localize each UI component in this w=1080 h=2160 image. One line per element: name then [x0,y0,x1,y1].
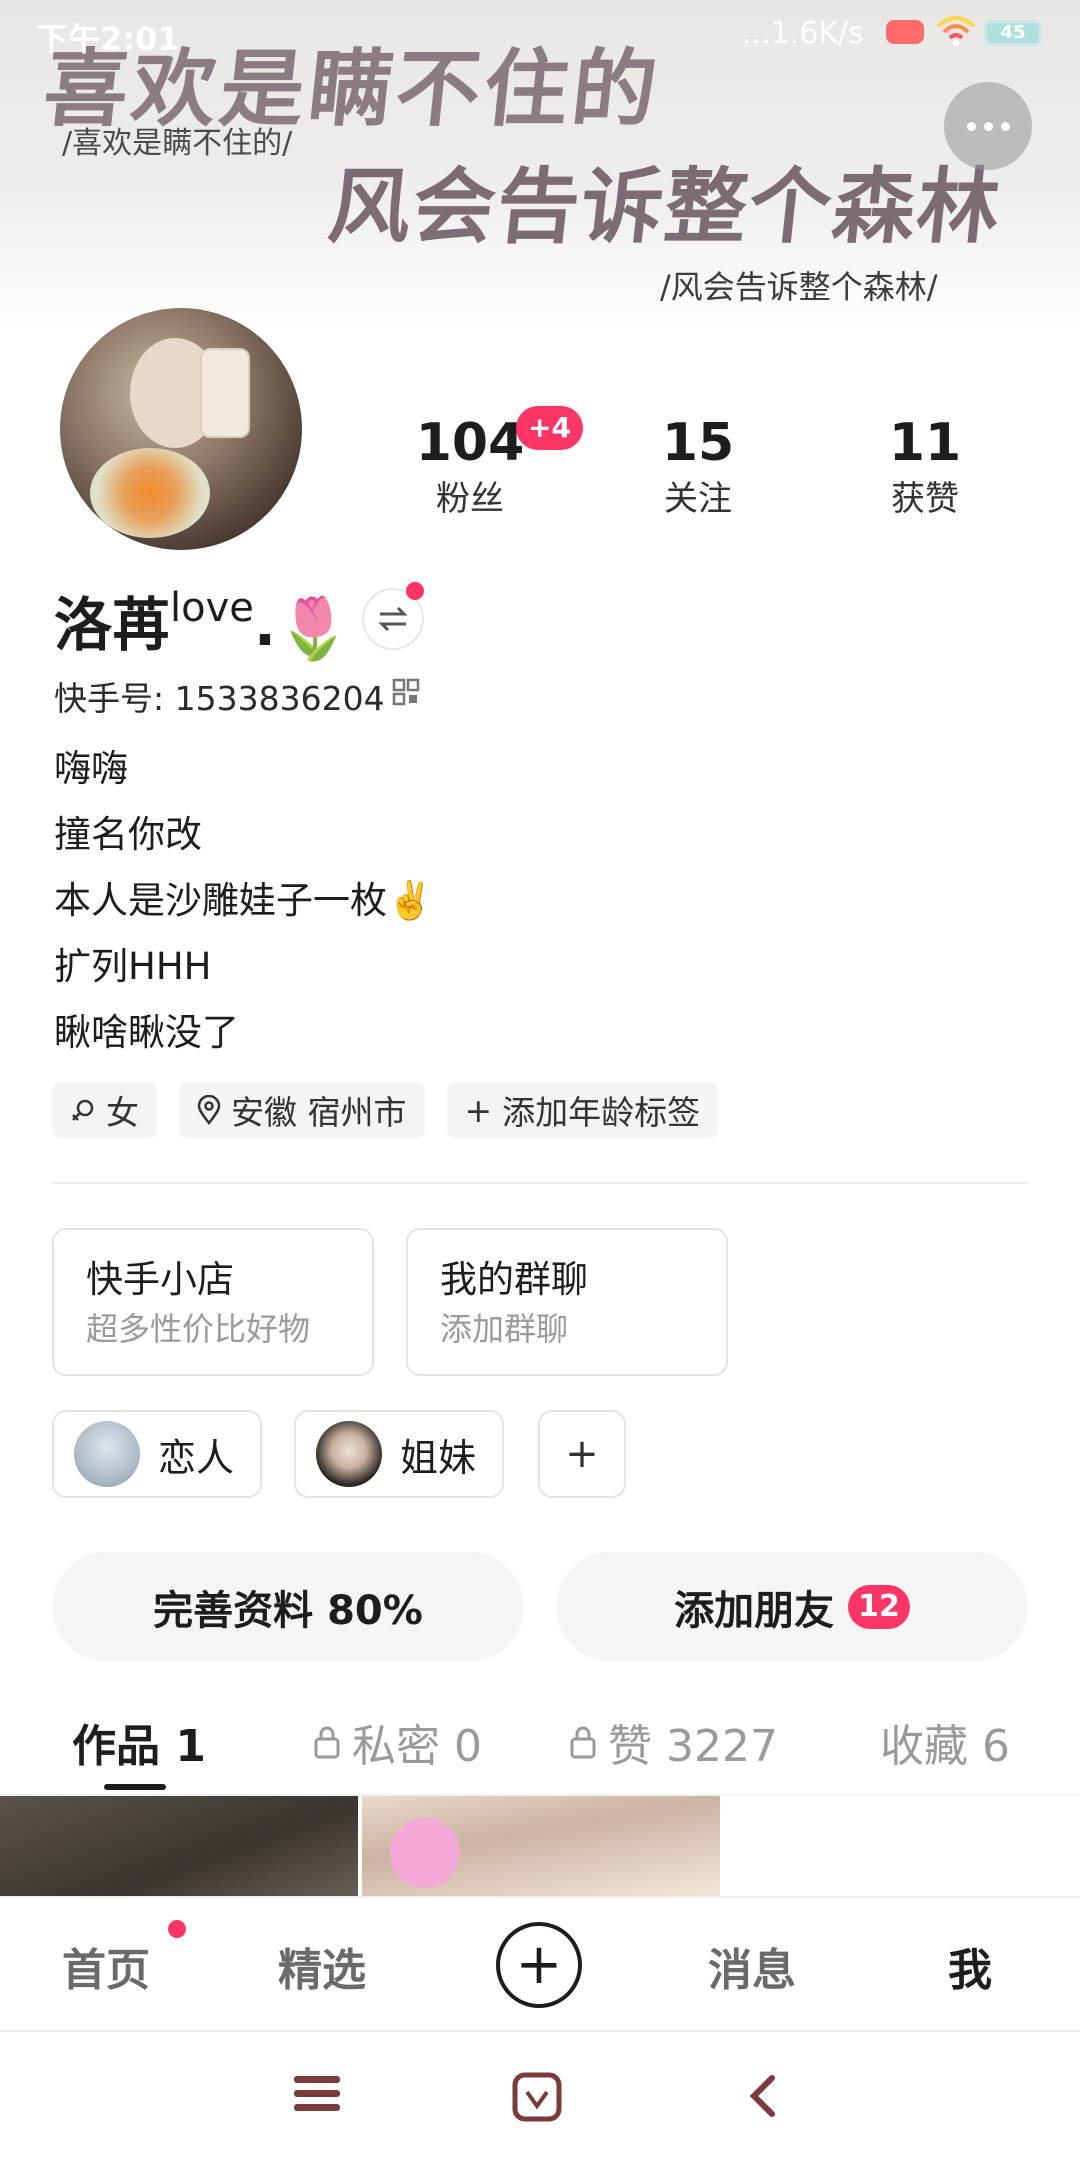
status-bar: 下午2:01 ...1.6K/s 45 [0,0,1080,66]
lock-icon [314,1726,340,1759]
bio-line: 本人是沙雕娃子一枚✌️ [54,879,434,922]
plus-icon: + [464,1090,493,1130]
relation-lover[interactable]: 恋人 [52,1410,262,1498]
bottom-nav: 首页 精选 + 消息 我 [0,1896,1080,2030]
tag-location[interactable]: 安徽 宿州市 [179,1082,425,1138]
tab-liked[interactable]: 赞 3227 [568,1710,778,1774]
stat-likes-value: 11 [888,413,962,473]
active-tab-indicator [104,1784,166,1790]
bio-line: 扩列HHH [54,945,212,988]
work-thumbnail[interactable] [0,1796,358,1896]
tab-works-label: 作品 1 [72,1721,206,1772]
switch-arrows-icon [378,606,408,632]
qr-code-icon[interactable] [392,678,420,706]
profile-name: 洛苒love.🌷 [54,578,351,664]
relation-sister[interactable]: 姐妹 [294,1410,504,1498]
add-friends-badge: 12 [848,1585,910,1629]
profile-name-suffix: . [253,591,276,659]
shop-card-subtitle: 超多性价比好物 [86,1310,311,1348]
divider [52,1182,1028,1184]
avatar-flowers [90,448,210,538]
group-chat-card[interactable]: 我的群聊 添加群聊 [406,1228,728,1376]
group-chat-card-title: 我的群聊 [440,1258,588,1301]
fans-new-badge: +4 [516,406,583,450]
nav-featured[interactable]: 精选 [278,1934,366,1998]
stat-following-value: 15 [661,413,735,473]
system-nav-bar [0,2030,1080,2160]
status-time: 下午2:01 [36,20,180,58]
dot-icon [1000,121,1010,131]
stat-following-label: 关注 [664,479,732,519]
plus-icon: + [515,1932,563,1997]
tab-works[interactable]: 作品 1 [72,1710,206,1774]
banner-text-line2-small: /风会告诉整个森林/ [660,268,938,306]
recent-apps-icon[interactable] [292,2072,342,2116]
tab-favorites-label: 收藏 6 [880,1721,1010,1772]
plus-icon: + [565,1431,599,1477]
stat-likes-label: 获赞 [891,479,959,519]
stat-following[interactable]: 15 关注 [608,410,788,522]
stat-fans-label: 粉丝 [436,479,504,519]
tab-private-label: 私密 0 [352,1721,482,1772]
shop-card-title: 快手小店 [86,1258,234,1301]
add-relation-button[interactable]: + [538,1410,626,1498]
relation-lover-label: 恋人 [158,1435,235,1480]
tab-favorites[interactable]: 收藏 6 [880,1710,1010,1774]
tag-add-age[interactable]: + 添加年龄标签 [446,1082,719,1138]
wifi-icon [936,16,976,46]
tab-private[interactable]: 私密 0 [312,1710,482,1774]
bio-line: 瞅啥瞅没了 [54,1011,239,1054]
add-friends-button[interactable]: 添加朋友 12 [556,1552,1028,1662]
back-icon[interactable] [744,2072,780,2120]
home-icon[interactable] [512,2072,562,2122]
network-speed: ...1.6K/s [742,16,864,51]
notification-dot [406,582,424,600]
tag-gender[interactable]: 女 [52,1082,157,1138]
tab-liked-label: 赞 3227 [608,1721,778,1772]
create-button[interactable]: + [496,1922,582,2008]
lock-icon [570,1726,596,1759]
sister-avatar [316,1421,382,1487]
tulip-icon: 🌷 [275,594,351,664]
location-pin-icon [197,1095,221,1125]
group-chat-card-subtitle: 添加群聊 [440,1310,569,1348]
bio-line: 嗨嗨 [54,747,128,790]
nav-messages[interactable]: 消息 [708,1934,796,1998]
complete-profile-button[interactable]: 完善资料 80% [52,1552,524,1662]
profile-name-text: 洛苒 [54,591,171,659]
bio: 嗨嗨 撞名你改 本人是沙雕娃子一枚✌️ 扩列HHH 瞅啥瞅没了 [54,736,433,1066]
avatar-phone [200,348,250,438]
complete-profile-label: 完善资料 80% [153,1588,423,1634]
tag-add-age-label: 添加年龄标签 [502,1093,701,1132]
banner-text-line1-small: /喜欢是瞒不住的/ [62,126,293,161]
female-icon [72,1099,94,1121]
work-thumbnail[interactable] [362,1796,720,1896]
tag-location-label: 安徽 宿州市 [231,1093,407,1132]
avatar[interactable] [60,308,302,550]
nav-home[interactable]: 首页 [62,1934,150,1998]
notification-dot [168,1920,186,1938]
sim-icon [886,20,924,44]
bio-line: 撞名你改 [54,813,202,856]
heart-sticker-icon [390,1818,460,1888]
profile-tags: 女 安徽 宿州市 + 添加年龄标签 [52,1082,719,1138]
more-options-button[interactable] [944,82,1032,170]
lover-avatar [74,1421,140,1487]
relation-sister-label: 姐妹 [400,1435,477,1480]
dot-icon [983,121,993,131]
nav-me[interactable]: 我 [948,1934,992,1998]
tag-gender-label: 女 [106,1093,139,1132]
shop-card[interactable]: 快手小店 超多性价比好物 [52,1228,374,1376]
stat-likes[interactable]: 11 获赞 [835,410,1015,522]
banner-text-line2: 风会告诉整个森林 [324,159,1007,255]
dot-icon [966,121,976,131]
profile-name-sup: love [170,585,254,631]
battery-icon: 45 [984,20,1042,46]
add-friends-label: 添加朋友 [674,1588,835,1634]
kuaishou-id[interactable]: 快手号: 1533836204 [54,672,385,720]
